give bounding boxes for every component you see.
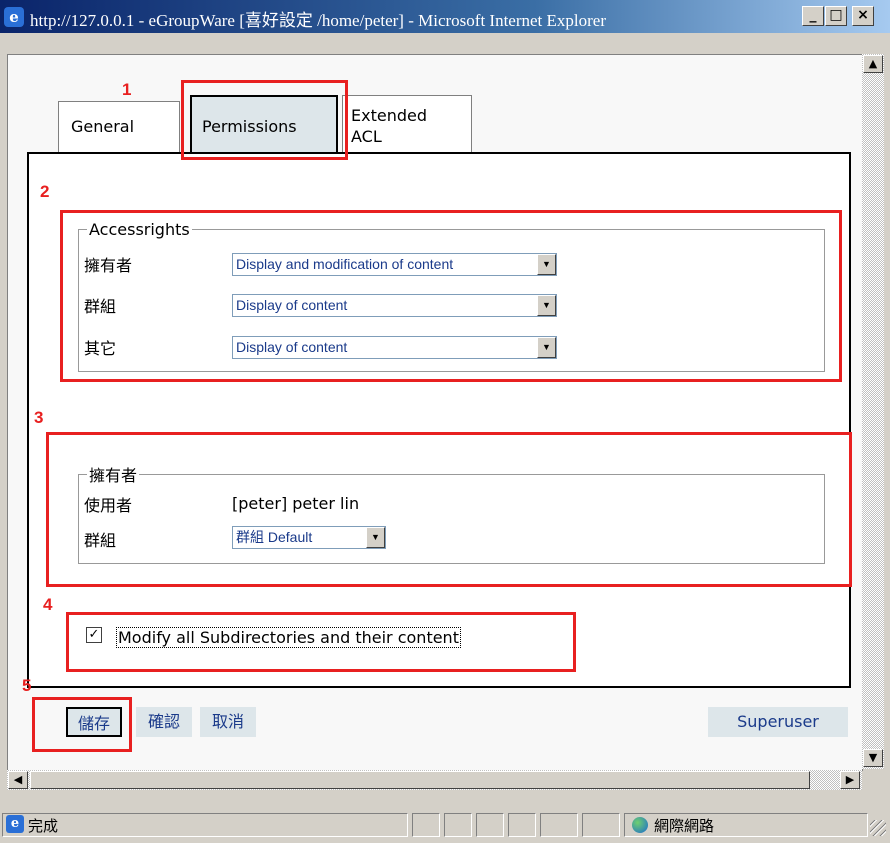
tab-general-label: General [71,117,135,136]
annotation-box-2 [60,210,842,382]
scroll-down-button[interactable]: ▼ [863,749,883,767]
minimize-button[interactable]: _ [802,6,824,26]
status-text: 完成 [28,817,59,835]
zone-text: 網際網路 [654,817,715,835]
annotation-number-5: 5 [22,676,32,695]
window-title: http://127.0.0.1 - eGroupWare [喜好設定 /hom… [30,11,606,30]
maximize-button[interactable]: □ [825,6,847,26]
close-button[interactable]: × [852,6,874,26]
horizontal-scroll-thumb[interactable] [30,771,810,789]
status-panel [508,813,536,837]
status-panel [412,813,440,837]
status-panel-main [2,813,408,837]
resize-grip-icon[interactable] [870,820,886,836]
annotation-box-4 [66,612,576,672]
annotation-box-1 [181,80,348,160]
tab-extended-acl-label-2: ACL [351,127,382,146]
annotation-number-3: 3 [34,408,44,427]
status-panel [582,813,620,837]
scroll-up-button[interactable]: ▲ [863,55,883,73]
vertical-scrollbar[interactable] [862,54,884,769]
confirm-button[interactable]: 確認 [136,707,192,737]
globe-icon [632,817,648,833]
tab-general[interactable]: General [58,101,180,153]
superuser-button[interactable]: Superuser [708,707,848,737]
annotation-box-5 [32,697,132,752]
status-panel [476,813,504,837]
cancel-button[interactable]: 取消 [200,707,256,737]
annotation-number-2: 2 [40,182,50,201]
status-panel [444,813,472,837]
scroll-left-button[interactable]: ◀ [8,771,28,789]
ie-icon: e [4,7,24,27]
annotation-number-1: 1 [122,80,132,99]
annotation-box-3 [46,432,852,587]
tab-extended-acl-label-1: Extended [351,106,427,125]
page-icon: e [6,815,24,833]
status-panel [540,813,578,837]
tab-extended-acl[interactable]: Extended ACL [342,95,472,153]
annotation-number-4: 4 [43,595,53,614]
window-titlebar[interactable]: e http://127.0.0.1 - eGroupWare [喜好設定 /h… [0,0,890,33]
scroll-right-button[interactable]: ▶ [840,771,860,789]
